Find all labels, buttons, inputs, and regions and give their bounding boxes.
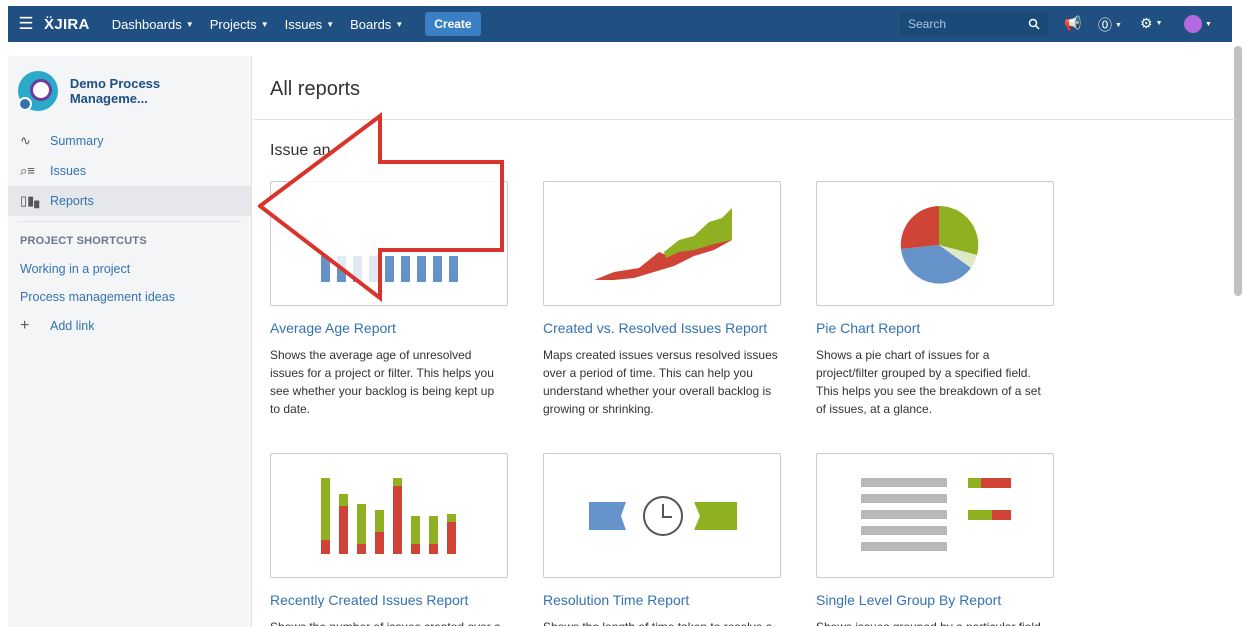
chevron-down-icon: ▼ <box>395 19 404 29</box>
report-description: Shows the average age of unresolved issu… <box>270 348 495 416</box>
chevron-down-icon: ▼ <box>1205 20 1212 28</box>
nav-label: Dashboards <box>111 16 182 32</box>
sidebar-item-label: Summary <box>50 134 104 148</box>
report-description: Maps created issues versus resolved issu… <box>543 348 778 416</box>
area-chart-illustration <box>594 208 732 280</box>
chevron-down-icon: ▼ <box>326 19 335 29</box>
page-scrollbar[interactable] <box>1234 46 1242 296</box>
add-link-button[interactable]: + Add link <box>8 311 251 341</box>
report-card-pie-chart: Pie Chart Report Shows a pie chart of is… <box>816 181 1054 418</box>
group-by-illustration <box>861 478 1011 551</box>
annotation-arrow <box>258 112 504 302</box>
stacked-bar-illustration <box>321 478 456 554</box>
nav-issues[interactable]: Issues ▼ <box>277 17 343 32</box>
reports-icon: ▯▮▖ <box>20 193 45 208</box>
nav-label: Projects <box>209 16 257 32</box>
report-card-single-level-group-by: Single Level Group By Report Shows issue… <box>816 453 1054 626</box>
report-title-link[interactable]: Average Age Report <box>270 320 508 336</box>
shortcut-working-in-a-project[interactable]: Working in a project <box>8 255 251 283</box>
nav-boards[interactable]: Boards ▼ <box>342 17 411 32</box>
project-avatar <box>18 71 58 111</box>
chevron-down-icon: ▼ <box>1115 21 1122 29</box>
settings-gear-icon[interactable]: ⚙ ▼ <box>1140 15 1163 32</box>
report-thumbnail[interactable] <box>270 453 508 578</box>
report-title-link[interactable]: Created vs. Resolved Issues Report <box>543 320 781 336</box>
logo-text: JIRA <box>54 15 90 33</box>
app-switcher-icon[interactable]: ☰ <box>8 14 44 34</box>
chevron-down-icon: ▼ <box>260 19 269 29</box>
resolution-time-illustration <box>589 496 737 536</box>
search-input[interactable]: Search <box>900 11 1048 37</box>
feedback-megaphone-icon[interactable]: 📢 <box>1064 15 1081 32</box>
sidebar-item-reports[interactable]: ▯▮▖ Reports <box>8 186 251 216</box>
report-description: Shows a pie chart of issues for a projec… <box>816 348 1041 416</box>
pie-chart-illustration <box>900 205 979 284</box>
create-button[interactable]: Create <box>425 12 481 36</box>
report-card-created-vs-resolved: Created vs. Resolved Issues Report Maps … <box>543 181 781 418</box>
report-description: Shows the number of issues created over … <box>270 618 506 626</box>
sidebar-item-summary[interactable]: ∿ Summary <box>8 126 251 156</box>
report-thumbnail[interactable] <box>816 453 1054 578</box>
activity-icon: ∿ <box>20 133 31 148</box>
search-icon <box>1028 18 1040 30</box>
help-icon[interactable]: ⓪ ▼ <box>1098 15 1122 35</box>
report-title-link[interactable]: Single Level Group By Report <box>816 592 1054 608</box>
nav-dashboards[interactable]: Dashboards ▼ <box>104 17 202 32</box>
sidebar-item-issues[interactable]: ⌕≡ Issues <box>8 156 251 186</box>
plus-icon: + <box>20 317 30 334</box>
top-navigation-bar: ☰ ẌJIRA Dashboards ▼ Projects ▼ Issues ▼ Bo… <box>8 6 1232 42</box>
nav-projects[interactable]: Projects ▼ <box>202 17 277 32</box>
sidebar-item-label: Reports <box>50 194 94 208</box>
page-title: All reports <box>253 56 1235 120</box>
divider <box>18 221 241 222</box>
project-name[interactable]: Demo Process Manageme... <box>70 76 241 106</box>
chevron-down-icon: ▼ <box>185 19 194 29</box>
report-thumbnail[interactable] <box>816 181 1054 306</box>
project-header[interactable]: Demo Process Manageme... <box>8 56 251 126</box>
shortcut-process-management-ideas[interactable]: Process management ideas <box>8 283 251 311</box>
nav-label: Issues <box>284 16 323 32</box>
chevron-down-icon: ▼ <box>1155 20 1163 27</box>
report-card-resolution-time: Resolution Time Report Shows the length … <box>543 453 781 626</box>
issues-icon: ⌕≡ <box>20 163 35 178</box>
report-title-link[interactable]: Recently Created Issues Report <box>270 592 508 608</box>
report-description: Shows the length of time taken to resolv… <box>543 618 779 626</box>
report-thumbnail[interactable] <box>543 181 781 306</box>
avatar-icon <box>1184 15 1202 33</box>
report-card-recently-created: Recently Created Issues Report Shows the… <box>270 453 508 626</box>
report-title-link[interactable]: Resolution Time Report <box>543 592 781 608</box>
project-sidebar: Demo Process Manageme... ∿ Summary ⌕≡ Is… <box>8 56 252 627</box>
user-avatar[interactable]: ▼ <box>1184 15 1212 33</box>
report-title-link[interactable]: Pie Chart Report <box>816 320 1054 336</box>
add-link-label: Add link <box>50 319 95 333</box>
report-description: Shows issues grouped by a particular fie… <box>816 618 1052 626</box>
nav-label: Boards <box>350 16 392 32</box>
search-placeholder: Search <box>908 17 947 31</box>
jira-logo[interactable]: ẌJIRA <box>44 16 90 33</box>
project-shortcuts-heading: PROJECT SHORTCUTS <box>20 235 147 247</box>
sidebar-item-label: Issues <box>50 164 87 178</box>
report-thumbnail[interactable] <box>543 453 781 578</box>
project-type-icon <box>18 97 32 111</box>
